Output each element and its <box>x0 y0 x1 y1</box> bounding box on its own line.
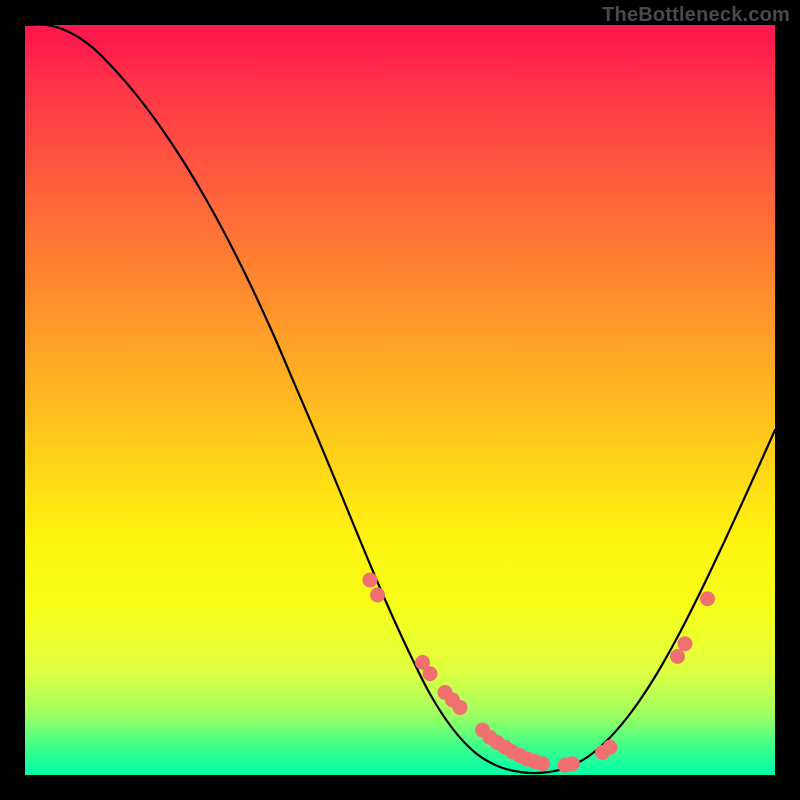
curve-marker <box>565 756 580 771</box>
curve-marker <box>678 636 693 651</box>
curve-marker <box>453 700 468 715</box>
bottleneck-curve <box>25 25 775 773</box>
watermark-text: TheBottleneck.com <box>602 4 790 27</box>
bottleneck-plot <box>25 25 775 775</box>
curve-marker <box>370 588 385 603</box>
curve-marker <box>700 591 715 606</box>
curve-marker <box>670 649 685 664</box>
curve-marker <box>603 740 618 755</box>
curve-marker <box>423 666 438 681</box>
curve-markers <box>363 573 716 773</box>
curve-marker <box>535 756 550 771</box>
curve-marker <box>363 573 378 588</box>
chart-area <box>25 25 775 775</box>
